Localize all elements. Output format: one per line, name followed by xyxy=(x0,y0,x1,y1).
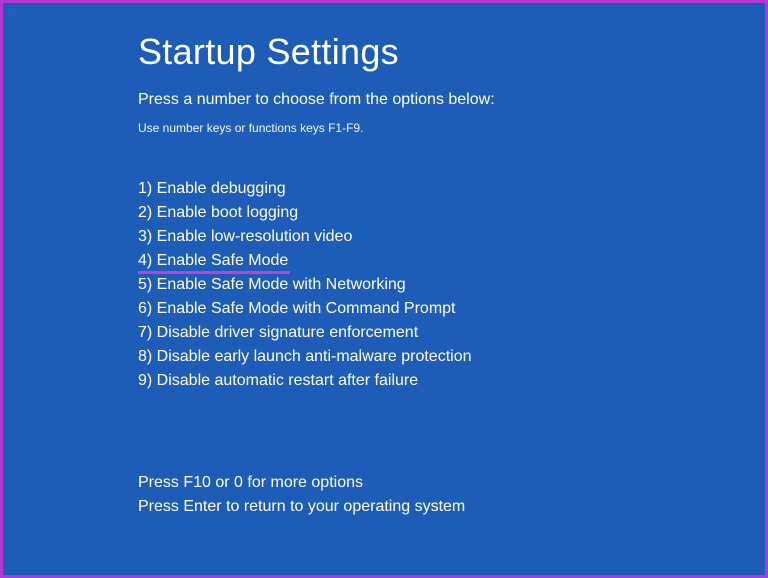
more-options-text: Press F10 or 0 for more options xyxy=(138,471,765,495)
page-title: Startup Settings xyxy=(138,31,765,73)
options-list: 1) Enable debugging 2) Enable boot loggi… xyxy=(138,177,765,393)
option-1-debugging[interactable]: 1) Enable debugging xyxy=(138,177,765,201)
option-2-boot-logging[interactable]: 2) Enable boot logging xyxy=(138,201,765,225)
option-7-driver-signature[interactable]: 7) Disable driver signature enforcement xyxy=(138,321,765,345)
option-4-safe-mode[interactable]: 4) Enable Safe Mode xyxy=(138,249,765,273)
startup-settings-screen: Startup Settings Press a number to choos… xyxy=(3,3,765,519)
option-8-anti-malware[interactable]: 8) Disable early launch anti-malware pro… xyxy=(138,345,765,369)
option-3-low-resolution[interactable]: 3) Enable low-resolution video xyxy=(138,225,765,249)
option-5-safe-mode-networking[interactable]: 5) Enable Safe Mode with Networking xyxy=(138,273,765,297)
footer-instructions: Press F10 or 0 for more options Press En… xyxy=(138,471,765,519)
return-text: Press Enter to return to your operating … xyxy=(138,495,765,519)
option-6-safe-mode-cmd[interactable]: 6) Enable Safe Mode with Command Prompt xyxy=(138,297,765,321)
option-9-auto-restart[interactable]: 9) Disable automatic restart after failu… xyxy=(138,369,765,393)
key-hint-text: Use number keys or functions keys F1-F9. xyxy=(138,121,765,135)
instruction-text: Press a number to choose from the option… xyxy=(138,91,765,109)
